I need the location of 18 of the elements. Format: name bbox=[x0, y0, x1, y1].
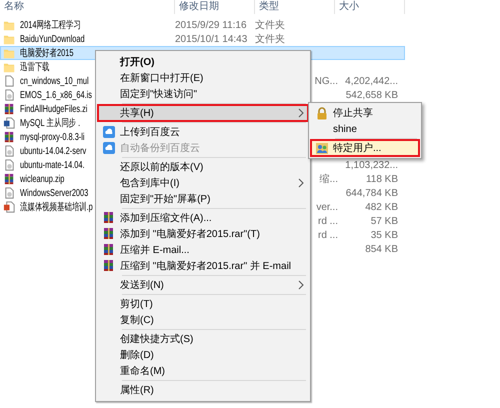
file-size: 4,202,442... bbox=[345, 76, 398, 86]
file-size: 542,658 KB bbox=[346, 90, 398, 100]
file-date: 2015/9/29 11:16 bbox=[175, 18, 247, 32]
file-type: NG... bbox=[314, 74, 338, 88]
file-size: 35 KB bbox=[370, 230, 398, 240]
file-type: rd ... bbox=[318, 214, 338, 228]
file-date: 2015/10/1 14:43 bbox=[175, 32, 248, 46]
file-size: 1,103,232... bbox=[345, 160, 398, 170]
file-type: 缩... bbox=[320, 172, 338, 186]
file-size: 57 KB bbox=[370, 216, 398, 226]
file-size: 118 KB bbox=[366, 174, 398, 184]
file-size: 854 KB bbox=[365, 244, 398, 254]
file-type: rd ... bbox=[318, 228, 338, 242]
file-type: 文件夹 bbox=[255, 18, 285, 32]
file-size: 644,784 KB bbox=[346, 188, 398, 198]
file-size: 482 KB bbox=[365, 202, 398, 212]
file-type: ver... bbox=[316, 200, 338, 214]
file-type: 文件夹 bbox=[255, 32, 285, 46]
